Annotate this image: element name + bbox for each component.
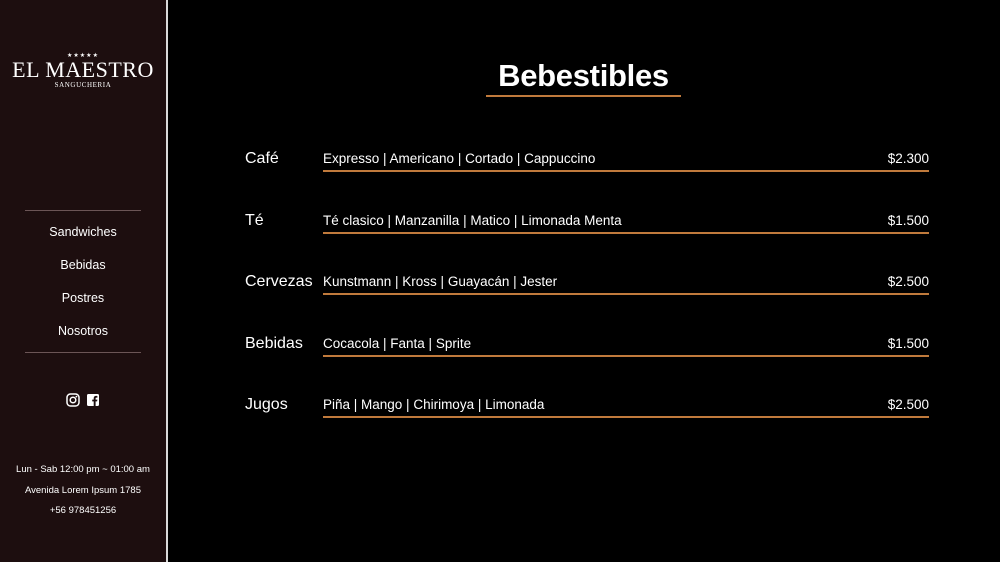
menu-row-jugos: Jugos Piña | Mango | Chirimoya | Limonad…	[245, 394, 929, 456]
menu-items: Piña | Mango | Chirimoya | Limonada	[323, 397, 545, 412]
opening-hours: Lun - Sab 12:00 pm ~ 01:00 am	[16, 464, 150, 475]
instagram-icon[interactable]	[66, 393, 80, 407]
nav-divider-top	[25, 210, 141, 211]
address: Avenida Lorem Ipsum 1785	[24, 484, 141, 496]
nav-item-nosotros[interactable]: Nosotros	[0, 321, 166, 354]
menu-items: Cocacola | Fanta | Sprite	[323, 335, 472, 351]
row-underline	[323, 416, 929, 418]
menu-category: Bebidas	[245, 334, 303, 352]
page-title: Bebestibles	[498, 58, 669, 93]
page-title-wrap: Bebestibles	[486, 58, 681, 94]
menu-category: Jugos	[245, 396, 288, 413]
sidebar-nav: Sandwiches Bebidas Postres Nosotros	[0, 222, 166, 354]
menu-row-cervezas: Cervezas Kunstmann | Kross | Guayacán | …	[245, 271, 929, 333]
nav-item-postres[interactable]: Postres	[0, 288, 166, 321]
brand-subtitle: SANGUCHERIA	[54, 81, 112, 89]
sidebar: ★★★★★ EL MAESTRO SANGUCHERIA Sandwiches …	[0, 0, 166, 562]
contact-info: Lun - Sab 12:00 pm ~ 01:00 am Avenida Lo…	[0, 464, 166, 526]
menu-category: Café	[245, 150, 279, 167]
menu-category: Cervezas	[245, 273, 313, 290]
menu-category: Té	[245, 211, 264, 229]
menu-row-bebidas: Bebidas Cocacola | Fanta | Sprite $1.500	[245, 333, 929, 395]
menu-price: $2.300	[887, 151, 929, 166]
row-underline	[323, 293, 929, 295]
title-underline	[486, 95, 681, 97]
facebook-icon[interactable]	[86, 393, 100, 407]
menu-row-te: Té Té clasico | Manzanilla | Matico | Li…	[245, 210, 929, 272]
menu-items: Expresso | Americano | Cortado | Cappucc…	[323, 151, 596, 166]
menu-items: Té clasico | Manzanilla | Matico | Limon…	[323, 212, 622, 228]
brand-logo[interactable]: ★★★★★ EL MAESTRO SANGUCHERIA	[0, 52, 166, 89]
menu-items: Kunstmann | Kross | Guayacán | Jester	[323, 274, 558, 289]
sidebar-border	[166, 0, 168, 562]
drinks-menu: Café Expresso | Americano | Cortado | Ca…	[245, 148, 929, 456]
social-links	[0, 393, 166, 407]
menu-price: $1.500	[887, 212, 929, 228]
menu-row-cafe: Café Expresso | Americano | Cortado | Ca…	[245, 148, 929, 210]
brand-name: EL MAESTRO	[12, 57, 154, 82]
menu-price: $1.500	[887, 335, 929, 351]
nav-item-bebidas[interactable]: Bebidas	[0, 255, 166, 288]
row-underline	[323, 170, 929, 172]
row-underline	[323, 231, 929, 234]
menu-price: $2.500	[887, 397, 929, 412]
nav-divider-bottom	[25, 352, 141, 353]
phone-number: +56 978451256	[49, 505, 117, 516]
nav-item-sandwiches[interactable]: Sandwiches	[0, 222, 166, 255]
row-underline	[323, 354, 929, 357]
menu-price: $2.500	[887, 274, 929, 289]
